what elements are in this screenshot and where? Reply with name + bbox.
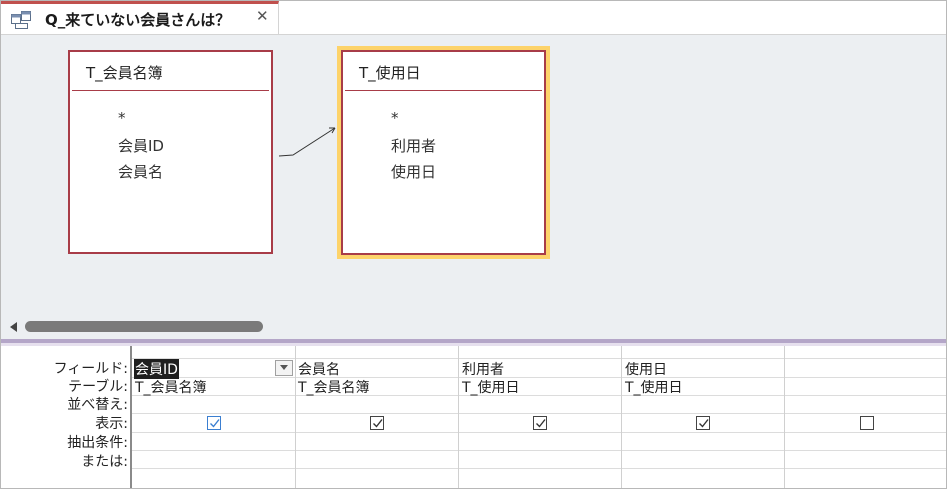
table-card-title: T_使用日 [359, 64, 421, 82]
field-list-item[interactable]: 使用日 [391, 161, 436, 182]
row-label-or: または: [81, 454, 128, 470]
field-list-item[interactable]: 利用者 [391, 135, 436, 156]
scrollbar-thumb[interactable] [25, 321, 263, 332]
grid-line [132, 413, 946, 414]
tab-query[interactable]: Q_来ていない会員さんは？ ✕ [1, 1, 279, 34]
grid-column-divider[interactable] [621, 346, 622, 488]
grid-line [132, 450, 946, 451]
grid-line [132, 377, 946, 378]
grid-table-cell[interactable]: T_使用日 [625, 377, 683, 397]
show-checkbox[interactable] [533, 416, 547, 430]
query-design-canvas[interactable]: T_会員名簿 * 会員ID 会員名 T_使用日 * 利用者 使用日 [1, 35, 946, 340]
grid-table-cell[interactable]: T_会員名簿 [298, 377, 370, 397]
table-card-shiyoubi[interactable]: T_使用日 * 利用者 使用日 [337, 46, 550, 259]
table-card-divider [345, 90, 542, 91]
row-label-sort: 並べ替え: [67, 397, 128, 413]
query-design-icon [11, 11, 31, 29]
horizontal-scrollbar[interactable] [1, 318, 946, 336]
scroll-left-arrow-icon[interactable] [10, 322, 17, 332]
grid-field-cell[interactable]: 会員名 [298, 359, 340, 379]
field-list-item[interactable]: * [391, 109, 399, 127]
grid-selector-bar [130, 346, 132, 488]
grid-field-cell[interactable]: 使用日 [625, 359, 667, 379]
grid-line [132, 468, 946, 469]
chevron-down-icon[interactable] [275, 360, 293, 376]
grid-table-cell[interactable]: T_使用日 [462, 377, 520, 397]
query-design-grid: フィールド: テーブル: 並べ替え: 表示: 抽出条件: または: 会員ID T… [1, 346, 946, 488]
grid-field-cell[interactable]: 利用者 [462, 359, 504, 379]
grid-column-divider[interactable] [295, 346, 296, 488]
row-label-field: フィールド: [53, 361, 128, 377]
grid-line [132, 395, 946, 396]
row-label-criteria: 抽出条件: [67, 435, 128, 451]
grid-line [132, 432, 946, 433]
grid-line [132, 358, 946, 359]
tab-title: Q_来ていない会員さんは？ [45, 11, 231, 29]
show-checkbox[interactable] [370, 416, 384, 430]
tab-strip: Q_来ていない会員さんは？ ✕ [1, 1, 946, 35]
grid-column-divider[interactable] [458, 346, 459, 488]
row-label-show: 表示: [95, 416, 128, 432]
row-label-table: テーブル: [68, 379, 128, 395]
grid-table-cell[interactable]: T_会員名簿 [135, 377, 207, 397]
grid-column-divider[interactable] [784, 346, 785, 488]
show-checkbox[interactable] [860, 416, 874, 430]
show-checkbox[interactable] [696, 416, 710, 430]
grid-field-cell[interactable]: 会員ID [134, 359, 179, 379]
close-icon[interactable]: ✕ [256, 7, 269, 25]
show-checkbox[interactable] [207, 416, 221, 430]
